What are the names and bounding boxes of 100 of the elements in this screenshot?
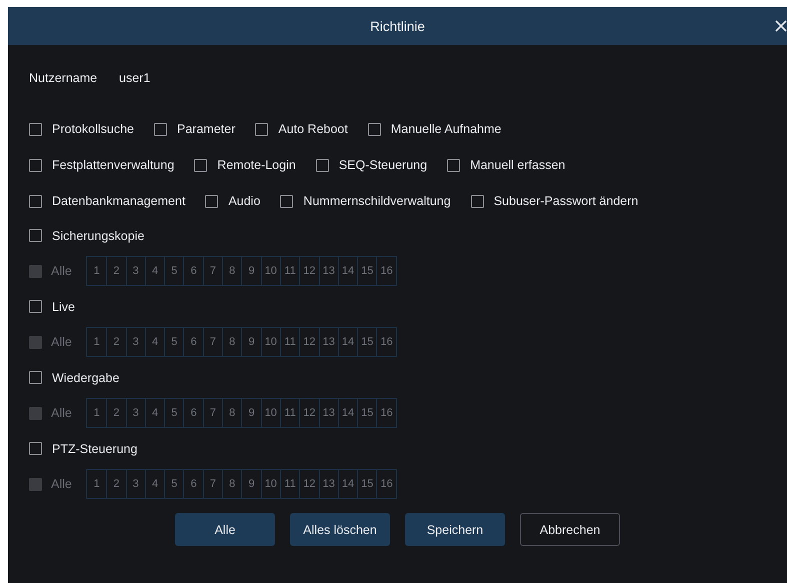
channel-cell[interactable]: 9 <box>241 328 261 356</box>
channel-cell[interactable]: 9 <box>241 470 261 498</box>
checkbox-label: Alle <box>51 335 73 349</box>
channel-cell[interactable]: 11 <box>280 470 300 498</box>
channel-cell[interactable]: 3 <box>126 470 145 498</box>
channel-cell[interactable]: 2 <box>106 328 126 356</box>
channel-cell[interactable]: 13 <box>318 470 338 498</box>
channel-cell[interactable]: 1 <box>87 257 106 285</box>
channel-cell[interactable]: 11 <box>280 257 300 285</box>
checkbox[interactable] <box>29 300 42 313</box>
username-value: user1 <box>119 71 150 85</box>
channel-cell[interactable]: 10 <box>260 257 280 285</box>
channel-cell[interactable]: 15 <box>357 399 376 427</box>
channel-cell[interactable]: 2 <box>106 399 126 427</box>
checkbox[interactable] <box>280 194 294 208</box>
channel-cell[interactable]: 7 <box>202 399 222 427</box>
channel-cell[interactable]: 3 <box>126 399 145 427</box>
channel-cell[interactable]: 3 <box>126 257 145 285</box>
channel-cell[interactable]: 8 <box>222 257 242 285</box>
checkbox[interactable] <box>29 122 42 136</box>
checkbox-label: Protokollsuche <box>52 122 134 136</box>
channel-cell[interactable]: 16 <box>376 470 396 498</box>
channel-cell[interactable]: 14 <box>338 328 358 356</box>
channel-cell[interactable]: 6 <box>183 470 203 498</box>
channel-cell[interactable]: 5 <box>164 257 184 285</box>
checkbox[interactable] <box>470 194 484 208</box>
channel-cell[interactable]: 13 <box>318 257 338 285</box>
channel-cell[interactable]: 2 <box>106 470 126 498</box>
channel-cell[interactable]: 5 <box>164 470 184 498</box>
channel-cell[interactable]: 14 <box>338 399 358 427</box>
checkbox-label: Festplattenverwaltung <box>52 158 174 172</box>
checkbox[interactable] <box>29 371 42 384</box>
channel-cell[interactable]: 8 <box>222 399 242 427</box>
close-icon[interactable] <box>775 20 787 32</box>
channel-cell[interactable]: 4 <box>144 399 164 427</box>
channel-cell[interactable]: 6 <box>183 399 203 427</box>
channel-cell[interactable]: 11 <box>280 399 300 427</box>
checkbox[interactable] <box>205 194 218 208</box>
channel-cell[interactable]: 16 <box>376 399 396 427</box>
channel-cell[interactable]: 10 <box>260 328 280 356</box>
dialog-button[interactable]: Speichern <box>405 513 505 546</box>
channel-cell[interactable]: 9 <box>241 399 261 427</box>
channel-cell[interactable]: 12 <box>299 257 319 285</box>
checkbox[interactable] <box>255 122 268 136</box>
channel-cell[interactable]: 12 <box>299 399 319 427</box>
channel-cell[interactable]: 10 <box>260 470 280 498</box>
channel-cell[interactable]: 5 <box>164 399 184 427</box>
dialog-button[interactable]: Alle <box>175 513 275 546</box>
checkbox[interactable] <box>29 158 42 172</box>
channel-cell[interactable]: 8 <box>222 470 242 498</box>
channel-cell[interactable]: 7 <box>202 470 222 498</box>
channel-cell[interactable]: 1 <box>87 328 106 356</box>
checkbox-label: PTZ-Steuerung <box>52 442 138 456</box>
channel-cell[interactable]: 14 <box>338 257 358 285</box>
checkbox[interactable] <box>316 158 329 172</box>
channel-cell[interactable]: 16 <box>376 257 396 285</box>
checkbox[interactable] <box>29 229 42 242</box>
checkbox[interactable] <box>29 194 42 208</box>
checkbox[interactable] <box>368 122 381 136</box>
checkbox-label: Sicherungskopie <box>52 228 144 242</box>
channel-cell[interactable]: 1 <box>87 399 106 427</box>
channel-cell[interactable]: 9 <box>241 257 261 285</box>
checkbox-label: Parameter <box>177 122 236 136</box>
checkbox[interactable] <box>447 158 460 172</box>
checkbox-label: Datenbankmanagement <box>52 194 186 208</box>
channel-cell[interactable]: 7 <box>202 328 222 356</box>
dialog-button[interactable]: Alles löschen <box>290 513 390 546</box>
channel-cell[interactable]: 7 <box>202 257 222 285</box>
username-label: Nutzername <box>29 71 98 85</box>
channel-cell[interactable]: 12 <box>299 328 319 356</box>
channel-cell[interactable]: 15 <box>357 328 376 356</box>
channel-cell[interactable]: 4 <box>144 470 164 498</box>
channel-cell[interactable]: 15 <box>357 257 376 285</box>
dialog-button[interactable]: Abbrechen <box>520 513 620 546</box>
checkbox-label: Alle <box>51 477 73 491</box>
channel-cell[interactable]: 15 <box>357 470 376 498</box>
channel-cell[interactable]: 4 <box>144 328 164 356</box>
channel-cell[interactable]: 13 <box>318 328 338 356</box>
checkbox[interactable] <box>154 122 167 136</box>
channel-cell[interactable]: 13 <box>318 399 338 427</box>
channel-cell[interactable]: 10 <box>260 399 280 427</box>
channel-cell[interactable]: 5 <box>164 328 184 356</box>
dialog-title: Richtlinie <box>370 18 425 34</box>
checkbox[interactable] <box>194 158 208 172</box>
channel-cell[interactable]: 14 <box>338 470 358 498</box>
checkbox-label: Manuell erfassen <box>470 158 566 172</box>
checkbox[interactable] <box>29 442 42 455</box>
channel-cell[interactable]: 2 <box>106 257 126 285</box>
checkbox-label: Remote-Login <box>217 158 296 172</box>
channel-cell[interactable]: 6 <box>183 328 203 356</box>
checkbox-label: Live <box>52 300 75 314</box>
channel-cell[interactable]: 12 <box>299 470 319 498</box>
checkbox-label: SEQ-Steuerung <box>338 158 428 172</box>
channel-cell[interactable]: 11 <box>280 328 300 356</box>
channel-cell[interactable]: 1 <box>87 470 106 498</box>
channel-cell[interactable]: 16 <box>376 328 396 356</box>
channel-cell[interactable]: 4 <box>144 257 164 285</box>
channel-cell[interactable]: 3 <box>126 328 145 356</box>
channel-cell[interactable]: 6 <box>183 257 203 285</box>
channel-cell[interactable]: 8 <box>222 328 242 356</box>
